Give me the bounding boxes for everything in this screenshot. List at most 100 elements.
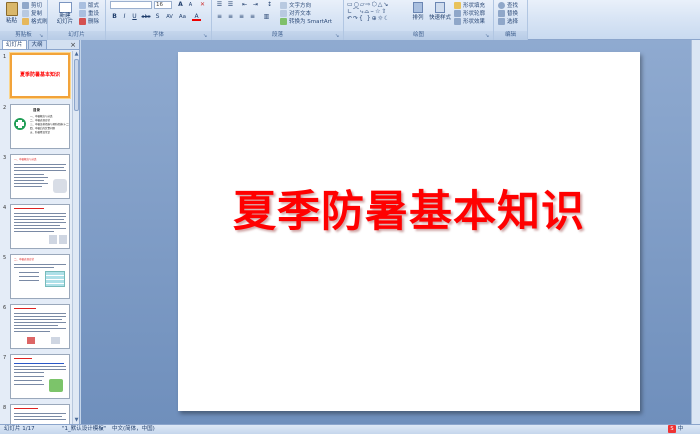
tab-outline[interactable]: 大纲 xyxy=(27,40,47,49)
thumbnail-title: 夏季防暑基本知识 xyxy=(19,72,60,78)
spell-check-icon[interactable]: ✓ xyxy=(100,425,105,434)
align-text-button[interactable]: 对齐文本 xyxy=(280,9,311,17)
char-spacing-button[interactable]: AV xyxy=(164,13,175,21)
thumbnail-number: 5 xyxy=(3,255,7,261)
reset-button[interactable]: 重设 xyxy=(79,9,99,17)
panel-scrollbar[interactable]: ▲ ▼ xyxy=(72,51,79,424)
scroll-down-icon[interactable]: ▼ xyxy=(73,417,80,424)
align-center-button[interactable]: ≡ xyxy=(226,13,235,21)
thumbnail-title: 一、中暑概念与分类 xyxy=(14,158,37,161)
change-case-button[interactable]: Aa xyxy=(177,13,188,21)
illustration-image xyxy=(49,235,57,244)
copy-button[interactable]: 复制 xyxy=(22,9,42,17)
current-slide[interactable]: 夏季防暑基本知识 xyxy=(178,52,640,411)
font-launcher-icon[interactable]: ↘ xyxy=(203,33,209,39)
close-icon[interactable]: × xyxy=(70,40,76,50)
slide-thumbnail-5[interactable]: 二、中暑表现症状 xyxy=(10,254,70,299)
shadow-button[interactable]: S xyxy=(153,13,162,21)
thumbnail-row[interactable]: 7 xyxy=(0,354,72,404)
increase-indent-button[interactable]: ⇥ xyxy=(251,1,260,9)
illustration-image xyxy=(49,379,63,392)
cut-button[interactable]: 剪切 xyxy=(22,1,42,9)
slide-thumbnail-2[interactable]: 目录 一、中暑概念与分类 二、中暑表现症状 三、中暑急救措施与预防措施(十二) … xyxy=(10,104,70,149)
slide-title[interactable]: 夏季防暑基本知识 xyxy=(178,177,640,239)
new-slide-icon xyxy=(58,2,72,13)
slide-thumbnail-1[interactable]: 夏季防暑基本知识 xyxy=(10,53,70,98)
scroll-up-icon[interactable]: ▲ xyxy=(73,51,80,58)
clipboard-launcher-icon[interactable]: ↘ xyxy=(39,33,45,39)
ime-logo-icon: S xyxy=(668,425,676,433)
editing-group: 查找 替换 选择 编辑 xyxy=(494,0,528,40)
grow-font-button[interactable]: A xyxy=(176,1,185,9)
first-aid-cross-icon xyxy=(14,118,26,130)
delete-slide-button[interactable]: 删除 xyxy=(79,17,99,25)
fill-icon xyxy=(454,1,461,9)
drawing-launcher-icon[interactable]: ↘ xyxy=(485,33,491,39)
slide-thumbnail-4[interactable] xyxy=(10,204,70,249)
thumbnail-number: 1 xyxy=(3,54,7,60)
bullets-button[interactable]: ☰ xyxy=(215,1,224,9)
brush-icon xyxy=(22,17,29,25)
tab-slides[interactable]: 幻灯片 xyxy=(2,40,27,49)
font-color-button[interactable]: A xyxy=(192,13,201,21)
underline-button[interactable]: U xyxy=(130,13,139,21)
select-icon xyxy=(498,17,505,25)
align-left-button[interactable]: ≡ xyxy=(215,13,224,21)
layout-button[interactable]: 版式 xyxy=(79,1,99,9)
select-button[interactable]: 选择 xyxy=(498,17,518,25)
quick-styles-button[interactable]: 快速样式 xyxy=(428,2,452,21)
thumbnail-row[interactable]: 3 一、中暑概念与分类 xyxy=(0,154,72,204)
thumbnail-row[interactable]: 8 xyxy=(0,404,72,424)
shapes-gallery[interactable]: ▭○▱⇨⬡△↘ ∟⌒⤷⌓⌣☆⇧ ↶↷{ }⊕☼☾ xyxy=(347,1,405,22)
align-right-button[interactable]: ≡ xyxy=(237,13,246,21)
clipboard-group: 粘贴 剪切 复制 格式刷 剪贴板 ↘ xyxy=(0,0,48,40)
language-indicator[interactable]: 中文(简体，中国) xyxy=(112,425,155,434)
panel-tabs: 幻灯片 大纲 × xyxy=(0,40,79,50)
editor-scrollbar[interactable] xyxy=(691,40,700,424)
ime-indicator[interactable]: S 中 xyxy=(668,425,683,434)
new-slide-button[interactable]: 新建 幻灯片 xyxy=(54,2,76,25)
thumbnail-row[interactable]: 6 xyxy=(0,304,72,354)
convert-smartart-button[interactable]: 转换为 SmartArt xyxy=(280,17,332,25)
replace-button[interactable]: 替换 xyxy=(498,9,518,17)
slide-thumbnail-3[interactable]: 一、中暑概念与分类 xyxy=(10,154,70,199)
arrange-button[interactable]: 排列 xyxy=(410,2,426,21)
numbering-button[interactable]: ☰ xyxy=(226,1,235,9)
slide-thumbnail-8[interactable] xyxy=(10,404,70,424)
thumbnail-row[interactable]: 1 夏季防暑基本知识 xyxy=(0,53,72,103)
font-size-box[interactable]: 16 xyxy=(154,1,172,9)
strikethrough-button[interactable]: abc xyxy=(140,13,152,21)
slide-thumbnail-7[interactable] xyxy=(10,354,70,399)
thumbnail-number: 6 xyxy=(3,305,7,311)
font-name-box[interactable] xyxy=(110,1,152,9)
clear-format-button[interactable]: ✕ xyxy=(198,1,207,9)
paste-button[interactable]: 粘贴 xyxy=(3,2,20,24)
scroll-thumb[interactable] xyxy=(74,59,79,111)
layout-icon xyxy=(79,1,86,9)
decrease-indent-button[interactable]: ⇤ xyxy=(240,1,249,9)
shape-fill-button[interactable]: 形状填充 xyxy=(454,1,485,9)
shrink-font-button[interactable]: A xyxy=(186,1,195,9)
find-button[interactable]: 查找 xyxy=(498,1,518,9)
columns-button[interactable]: ▥ xyxy=(262,13,271,21)
illustration-image xyxy=(59,235,67,244)
italic-button[interactable]: I xyxy=(120,13,129,21)
shape-effects-button[interactable]: 形状效果 xyxy=(454,17,485,25)
thumbnail-row[interactable]: 4 xyxy=(0,204,72,254)
line-spacing-button[interactable]: ↕ xyxy=(265,1,274,9)
text-direction-button[interactable]: 文字方向 xyxy=(280,1,311,9)
thumbnail-number: 4 xyxy=(3,205,7,211)
ribbon: 粘贴 剪切 复制 格式刷 剪贴板 ↘ 新建 幻灯片 版式 重设 删除 幻灯片 1… xyxy=(0,0,700,40)
justify-button[interactable]: ≡ xyxy=(248,13,257,21)
bold-button[interactable]: B xyxy=(110,13,119,21)
shape-outline-button[interactable]: 形状轮廓 xyxy=(454,9,485,17)
thumbnail-row[interactable]: 2 目录 一、中暑概念与分类 二、中暑表现症状 三、中暑急救措施与预防措施(十二… xyxy=(0,104,72,154)
status-bar: 幻灯片 1/17 "1_默认设计模板" ✓ 中文(简体，中国) S 中 xyxy=(0,424,700,434)
drawing-group-label: 绘图 xyxy=(344,31,493,40)
paragraph-launcher-icon[interactable]: ↘ xyxy=(335,33,341,39)
illustration-image xyxy=(27,337,35,344)
thumbnail-row[interactable]: 5 二、中暑表现症状 xyxy=(0,254,72,304)
format-painter-button[interactable]: 格式刷 xyxy=(22,17,48,25)
reset-icon xyxy=(79,9,86,17)
slide-thumbnail-6[interactable] xyxy=(10,304,70,349)
